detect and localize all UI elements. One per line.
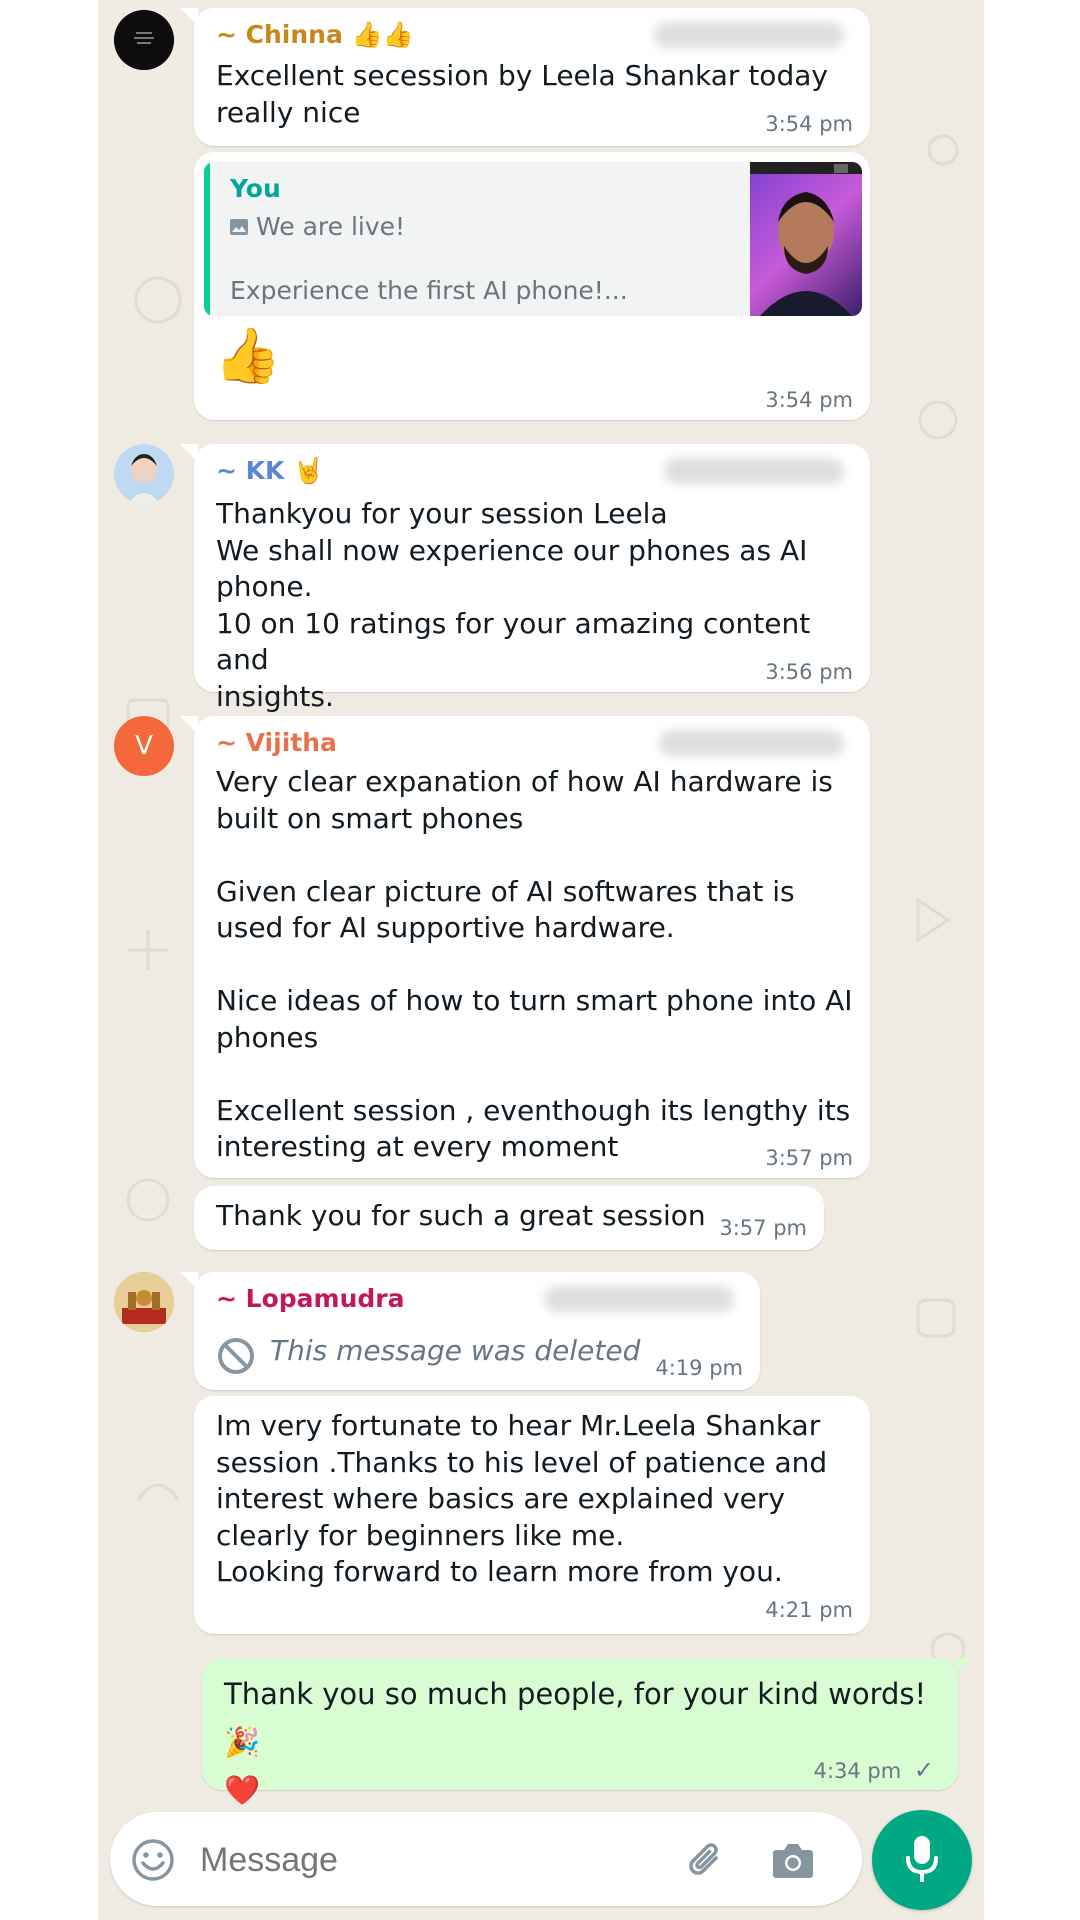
message-time: 3:57 pm — [765, 1146, 853, 1170]
message-bubble[interactable]: ~ Chinna 👍👍 Excellent secession by Leela… — [180, 8, 870, 146]
sender-name[interactable]: ~ Lopamudra — [216, 1284, 404, 1313]
message-text: Excellent secession by Leela Shankar tod… — [216, 59, 828, 129]
message-input-bar — [110, 1812, 862, 1906]
quoted-message[interactable]: You We are live! Experience the first AI… — [204, 162, 862, 316]
avatar-letter: V — [135, 731, 153, 761]
message-bubble[interactable]: ~ Vijitha Very clear expanation of how A… — [180, 716, 870, 1178]
sender-phone — [664, 458, 844, 484]
message-bubble[interactable]: ~ KK 🤘 Thankyou for your session Leela W… — [180, 444, 870, 713]
outgoing-message-bubble[interactable]: Thank you so much people, for your kind … — [202, 1658, 972, 1807]
sender-phone — [659, 730, 844, 756]
message-time: 3:54 pm — [765, 388, 853, 412]
avatar-image — [114, 1272, 174, 1332]
avatar-vijitha[interactable]: V — [114, 716, 174, 776]
message-time: 4:34 pm ✓ — [814, 1756, 934, 1784]
avatar-image — [114, 444, 174, 504]
chat-screen: ~ Chinna 👍👍 Excellent secession by Leela… — [98, 0, 984, 1920]
quote-line2: Experience the first AI phone!... — [230, 276, 628, 305]
blocked-icon — [216, 1336, 256, 1376]
message-bubble[interactable]: Im very fortunate to hear Mr.Leela Shank… — [194, 1396, 870, 1634]
image-icon — [230, 219, 248, 235]
attach-icon[interactable] — [682, 1836, 730, 1884]
time-text: 4:34 pm — [813, 1759, 902, 1783]
message-time: 4:21 pm — [765, 1598, 853, 1622]
message-text: Thank you so much people, for your kind … — [224, 1677, 927, 1807]
thumbs-up-emoji: 👍 — [214, 324, 282, 387]
quote-line1: We are live! — [256, 212, 406, 241]
deleted-message-text: This message was deleted — [270, 1334, 641, 1367]
message-input[interactable] — [198, 1832, 582, 1888]
avatar-image — [114, 10, 174, 70]
avatar-chinna[interactable] — [114, 10, 174, 70]
camera-icon[interactable] — [770, 1840, 816, 1880]
message-bubble[interactable]: You We are live! Experience the first AI… — [194, 152, 870, 420]
message-text: Thank you for such a great session — [216, 1199, 706, 1232]
quote-accent-bar — [204, 162, 210, 316]
message-time: 4:19 pm — [655, 1356, 743, 1380]
mic-button[interactable] — [872, 1810, 972, 1910]
emoji-icon[interactable] — [130, 1837, 176, 1883]
avatar-lopamudra[interactable] — [114, 1272, 174, 1332]
message-time: 3:57 pm — [719, 1216, 807, 1240]
sender-phone — [654, 22, 844, 48]
message-time: 3:56 pm — [765, 660, 853, 684]
message-text: Im very fortunate to hear Mr.Leela Shank… — [216, 1409, 828, 1588]
quote-thumbnail — [750, 162, 862, 316]
message-time: 3:54 pm — [765, 112, 853, 136]
message-bubble[interactable]: ~ Lopamudra This message was deleted 4:1… — [180, 1272, 760, 1390]
sender-name[interactable]: ~ Vijitha — [216, 728, 337, 757]
mic-icon — [904, 1834, 940, 1886]
sender-name[interactable]: ~ KK 🤘 — [216, 456, 324, 486]
sender-phone — [544, 1286, 734, 1312]
quote-sender: You — [230, 174, 281, 203]
message-bubble[interactable]: Thank you for such a great session 3:57 … — [194, 1186, 824, 1250]
avatar-kk[interactable] — [114, 444, 174, 504]
sender-name[interactable]: ~ Chinna 👍👍 — [216, 20, 414, 50]
message-text: Very clear expanation of how AI hardware… — [216, 765, 853, 1163]
read-tick-icon: ✓ — [913, 1756, 934, 1784]
